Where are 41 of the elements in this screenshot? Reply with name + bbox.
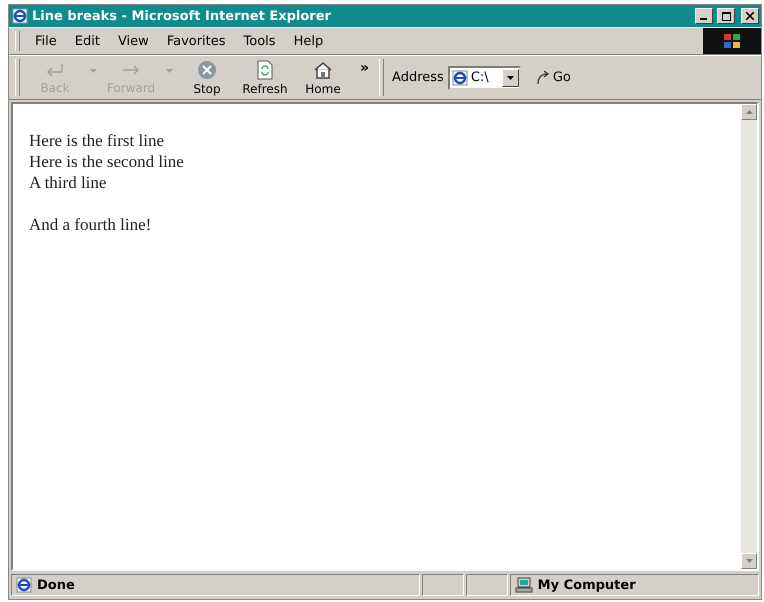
menu-item[interactable]: Tools (236, 30, 283, 52)
text-line: And a fourth line! (29, 214, 152, 235)
minimize-button[interactable] (695, 8, 713, 24)
home-icon (313, 60, 333, 80)
maximize-icon (722, 12, 730, 20)
toolbar-button[interactable]: Home (296, 56, 350, 99)
text-line: A third line (29, 172, 108, 193)
status-pane (422, 574, 464, 596)
toolbar-button[interactable]: Refresh (238, 56, 292, 99)
close-button[interactable] (741, 8, 759, 24)
more-buttons-chevron[interactable]: » (354, 60, 376, 76)
text-line: Here is the first line (29, 130, 166, 151)
scroll-up-icon[interactable] (741, 104, 757, 120)
browser-logo-icon (12, 8, 28, 24)
status-text: Done (37, 578, 75, 592)
windows-logo-icon (703, 28, 761, 54)
back-arrow-icon (44, 61, 66, 79)
address-input[interactable]: C:\ (470, 70, 499, 85)
menu-item[interactable]: Favorites (160, 30, 233, 52)
menu-item[interactable]: Edit (68, 30, 107, 52)
go-button[interactable]: Go (524, 70, 577, 86)
browser-logo-icon (452, 70, 468, 86)
address-label: Address (392, 70, 444, 85)
address-combo-box[interactable]: C:\ (448, 66, 521, 90)
menu-item[interactable]: Help (286, 30, 330, 52)
close-icon (746, 12, 754, 20)
scroll-down-icon[interactable] (741, 553, 757, 569)
menu-item[interactable]: File (28, 30, 64, 52)
status-pane (466, 574, 508, 596)
refresh-icon (256, 60, 274, 80)
go-arrow-icon (534, 70, 551, 86)
text-line: Here is the second line (29, 151, 185, 172)
scrollbar[interactable] (741, 104, 757, 569)
toolbar-button[interactable]: Stop (180, 56, 234, 99)
zone-text: My Computer (538, 578, 636, 592)
menu-item[interactable]: View (110, 30, 156, 52)
browser-logo-icon (16, 577, 32, 593)
window-title: Line breaks - Microsoft Internet Explorer (32, 8, 332, 24)
computer-icon (514, 577, 533, 593)
maximize-button[interactable] (717, 8, 735, 24)
stop-icon (196, 60, 218, 80)
